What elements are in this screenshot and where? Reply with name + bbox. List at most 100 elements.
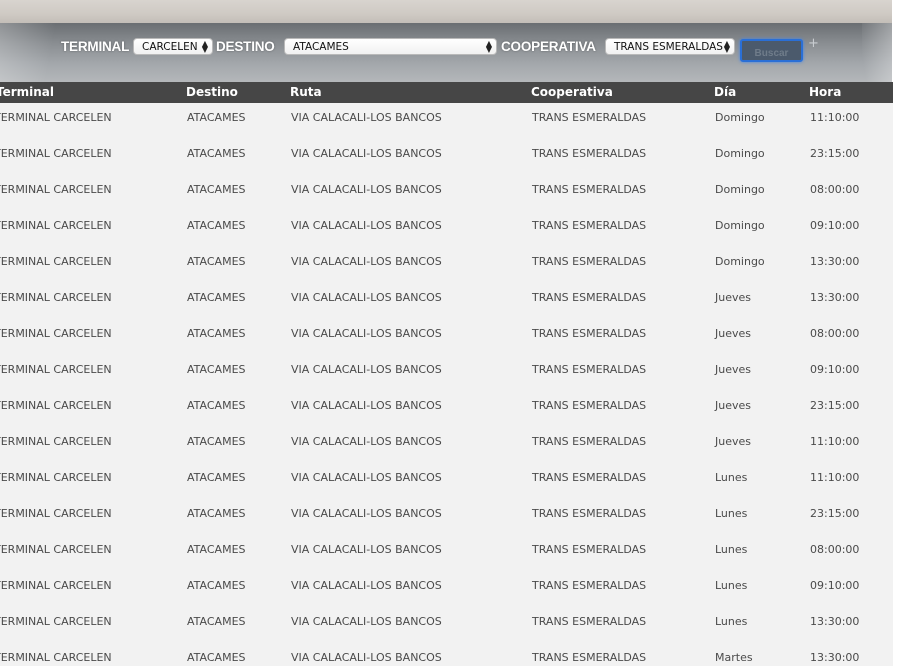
cell-destino: ATACAMES xyxy=(187,111,246,124)
cell-cooperativa: TRANS ESMERALDAS xyxy=(532,399,647,412)
cell-hora: 08:00:00 xyxy=(810,183,860,196)
cell-dia: Lunes xyxy=(715,543,748,556)
table-row: TERMINAL CARCELEN ATACAMES VIA CALACALI-LO… xyxy=(0,103,893,139)
cell-dia: Lunes xyxy=(715,615,748,628)
table-row: TERMINAL CARCELEN ATACAMES VIA CALACALI-LO… xyxy=(0,571,893,607)
cell-dia: Lunes xyxy=(715,507,748,520)
table-row: TERMINAL CARCELEN ATACAMES VIA CALACALI-LO… xyxy=(0,211,893,247)
cell-dia: Jueves xyxy=(715,291,751,304)
cell-destino: ATACAMES xyxy=(187,399,246,412)
cell-cooperativa: TRANS ESMERALDAS xyxy=(532,435,647,448)
table-row: TERMINAL CARCELEN ATACAMES VIA CALACALI-LO… xyxy=(0,283,893,319)
cell-cooperativa: TRANS ESMERALDAS xyxy=(532,579,647,592)
cell-destino: ATACAMES xyxy=(187,291,246,304)
cooperativa-select-value: TRANS ESMERALDAS xyxy=(614,41,723,53)
cell-ruta: VIA CALACALI-LOS BANCOS xyxy=(291,543,442,556)
cooperativa-select[interactable]: TRANS ESMERALDAS ▲ ▼ xyxy=(605,38,735,55)
cell-hora: 23:15:00 xyxy=(810,399,860,412)
cell-dia: Jueves xyxy=(715,399,751,412)
destino-select[interactable]: ATACAMES ▲ ▼ xyxy=(284,38,497,55)
cell-ruta: VIA CALACALI-LOS BANCOS xyxy=(291,183,442,196)
cell-ruta: VIA CALACALI-LOS BANCOS xyxy=(291,147,442,160)
cell-ruta: VIA CALACALI-LOS BANCOS xyxy=(291,579,442,592)
cell-cooperativa: TRANS ESMERALDAS xyxy=(532,543,647,556)
cooperativa-label: COOPERATIVA xyxy=(501,39,596,54)
cell-hora: 09:10:00 xyxy=(810,579,860,592)
table-row: TERMINAL CARCELEN ATACAMES VIA CALACALI-LO… xyxy=(0,355,893,391)
destino-label: DESTINO xyxy=(216,39,275,54)
cell-ruta: VIA CALACALI-LOS BANCOS xyxy=(291,111,442,124)
cell-terminal: TERMINAL CARCELEN xyxy=(0,435,112,448)
cell-destino: ATACAMES xyxy=(187,363,246,376)
cell-ruta: VIA CALACALI-LOS BANCOS xyxy=(291,291,442,304)
cell-dia: Domingo xyxy=(715,111,765,124)
cell-dia: Lunes xyxy=(715,471,748,484)
cell-terminal: TERMINAL CARCELEN xyxy=(0,363,112,376)
cell-destino: ATACAMES xyxy=(187,327,246,340)
cell-dia: Jueves xyxy=(715,327,751,340)
cell-hora: 13:30:00 xyxy=(810,615,860,628)
search-button[interactable]: Buscar xyxy=(740,39,803,62)
cell-dia: Domingo xyxy=(715,183,765,196)
header-cooperativa: Cooperativa xyxy=(531,85,613,99)
table-row: TERMINAL CARCELEN ATACAMES VIA CALACALI-LO… xyxy=(0,643,893,666)
table-row: TERMINAL CARCELEN ATACAMES VIA CALACALI-LO… xyxy=(0,607,893,643)
cell-dia: Domingo xyxy=(715,219,765,232)
select-arrows-icon: ▲ ▼ xyxy=(201,39,208,54)
cell-ruta: VIA CALACALI-LOS BANCOS xyxy=(291,363,442,376)
terminal-label: TERMINAL xyxy=(61,39,130,54)
cell-dia: Domingo xyxy=(715,147,765,160)
cell-cooperativa: TRANS ESMERALDAS xyxy=(532,651,647,664)
terminal-select-value: CARCELEN xyxy=(142,41,198,53)
select-arrows-icon: ▲ ▼ xyxy=(723,39,730,54)
table-row: TERMINAL CARCELEN ATACAMES VIA CALACALI-LO… xyxy=(0,427,893,463)
cell-terminal: TERMINAL CARCELEN xyxy=(0,399,112,412)
cell-hora: 23:15:00 xyxy=(810,507,860,520)
cell-cooperativa: TRANS ESMERALDAS xyxy=(532,255,647,268)
table-row: TERMINAL CARCELEN ATACAMES VIA CALACALI-LO… xyxy=(0,139,893,175)
cell-ruta: VIA CALACALI-LOS BANCOS xyxy=(291,651,442,664)
cell-cooperativa: TRANS ESMERALDAS xyxy=(532,615,647,628)
cell-terminal: TERMINAL CARCELEN xyxy=(0,111,112,124)
cell-cooperativa: TRANS ESMERALDAS xyxy=(532,363,647,376)
cell-destino: ATACAMES xyxy=(187,651,246,664)
cell-ruta: VIA CALACALI-LOS BANCOS xyxy=(291,435,442,448)
cell-destino: ATACAMES xyxy=(187,183,246,196)
schedule-table: Terminal Destino Ruta Cooperativa Día Ho… xyxy=(0,82,893,666)
header-banner xyxy=(0,0,892,23)
header-terminal: Terminal xyxy=(0,85,55,99)
cell-destino: ATACAMES xyxy=(187,507,246,520)
cell-destino: ATACAMES xyxy=(187,543,246,556)
cell-terminal: TERMINAL CARCELEN xyxy=(0,471,112,484)
table-row: TERMINAL CARCELEN ATACAMES VIA CALACALI-LO… xyxy=(0,175,893,211)
cell-cooperativa: TRANS ESMERALDAS xyxy=(532,507,647,520)
cell-destino: ATACAMES xyxy=(187,255,246,268)
cell-terminal: TERMINAL CARCELEN xyxy=(0,579,112,592)
cell-terminal: TERMINAL CARCELEN xyxy=(0,291,112,304)
cell-dia: Jueves xyxy=(715,363,751,376)
cell-cooperativa: TRANS ESMERALDAS xyxy=(532,291,647,304)
cell-terminal: TERMINAL CARCELEN xyxy=(0,543,112,556)
cell-cooperativa: TRANS ESMERALDAS xyxy=(532,471,647,484)
cell-dia: Lunes xyxy=(715,579,748,592)
destino-select-value: ATACAMES xyxy=(293,41,349,53)
cell-hora: 11:10:00 xyxy=(810,471,860,484)
table-row: TERMINAL CARCELEN ATACAMES VIA CALACALI-LO… xyxy=(0,499,893,535)
terminal-select[interactable]: CARCELEN ▲ ▼ xyxy=(133,38,213,55)
plus-icon: + xyxy=(808,36,819,51)
cell-ruta: VIA CALACALI-LOS BANCOS xyxy=(291,507,442,520)
cell-ruta: VIA CALACALI-LOS BANCOS xyxy=(291,327,442,340)
cell-destino: ATACAMES xyxy=(187,579,246,592)
cell-hora: 09:10:00 xyxy=(810,219,860,232)
cell-terminal: TERMINAL CARCELEN xyxy=(0,507,112,520)
header-hora: Hora xyxy=(809,85,842,99)
cell-hora: 13:30:00 xyxy=(810,651,860,664)
filter-bar: TERMINAL CARCELEN ▲ ▼ DESTINO ATACAMES ▲ ▼… xyxy=(0,23,892,82)
cell-dia: Domingo xyxy=(715,255,765,268)
cell-cooperativa: TRANS ESMERALDAS xyxy=(532,147,647,160)
cell-dia: Jueves xyxy=(715,435,751,448)
cell-terminal: TERMINAL CARCELEN xyxy=(0,327,112,340)
table-row: TERMINAL CARCELEN ATACAMES VIA CALACALI-LO… xyxy=(0,247,893,283)
cell-destino: ATACAMES xyxy=(187,471,246,484)
cell-ruta: VIA CALACALI-LOS BANCOS xyxy=(291,219,442,232)
